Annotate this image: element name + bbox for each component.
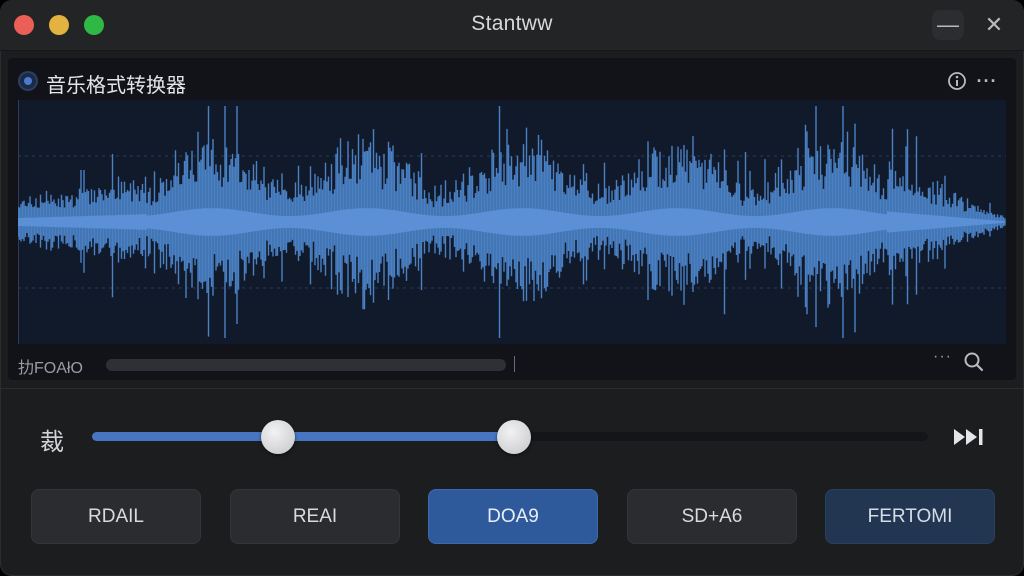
format-button-rdail[interactable]: RDAIL xyxy=(31,489,201,544)
close-icon: ✕ xyxy=(984,12,1004,37)
trim-label: 裁 xyxy=(40,429,64,456)
search-icon xyxy=(964,352,984,372)
playhead-marker xyxy=(514,356,515,372)
panel-header: 音乐格式转换器 ··· xyxy=(8,58,1016,102)
footer-more-icon: ··· xyxy=(933,348,952,365)
trim-slider-fill xyxy=(92,432,515,441)
record-dot-icon xyxy=(20,73,36,89)
waveform-display[interactable] xyxy=(17,100,1006,344)
close-button[interactable]: ✕ xyxy=(978,10,1010,40)
waveform xyxy=(17,100,1006,344)
skip-forward-icon xyxy=(954,429,983,445)
window-title: Stantww xyxy=(471,12,553,35)
panel-title: 音乐格式转换器 xyxy=(46,75,186,97)
app-window: Stantww — ✕ 音乐格式转换器 ··· 扐FOAłO ··· 裁 RDA… xyxy=(0,0,1024,576)
track-label: 扐FOAłO xyxy=(18,360,83,377)
title-bar: Stantww — ✕ xyxy=(0,0,1024,51)
trim-range-slider[interactable] xyxy=(92,420,928,454)
more-icon: ··· xyxy=(976,70,998,91)
audio-panel: 音乐格式转换器 ··· 扐FOAłO ··· xyxy=(8,58,1016,380)
format-button-reai[interactable]: REAI xyxy=(230,489,400,544)
format-button-sd-a6[interactable]: SD+A6 xyxy=(627,489,797,544)
info-icon xyxy=(948,72,966,90)
info-button[interactable] xyxy=(944,68,970,94)
more-options-button[interactable]: ··· xyxy=(974,68,1000,94)
trim-start-handle[interactable] xyxy=(261,420,296,454)
footer-more-button[interactable]: ··· xyxy=(933,348,952,366)
playback-progress[interactable] xyxy=(106,359,506,371)
format-button-doa9[interactable]: DOA9 xyxy=(428,489,598,544)
format-button-fertomi[interactable]: FERTOMI xyxy=(825,489,995,544)
section-divider xyxy=(0,388,1024,389)
trim-end-handle[interactable] xyxy=(497,420,532,454)
search-button[interactable] xyxy=(963,350,985,374)
minimize-icon: — xyxy=(937,12,959,37)
skip-forward-button[interactable] xyxy=(950,424,988,450)
minimize-button[interactable]: — xyxy=(932,10,964,40)
